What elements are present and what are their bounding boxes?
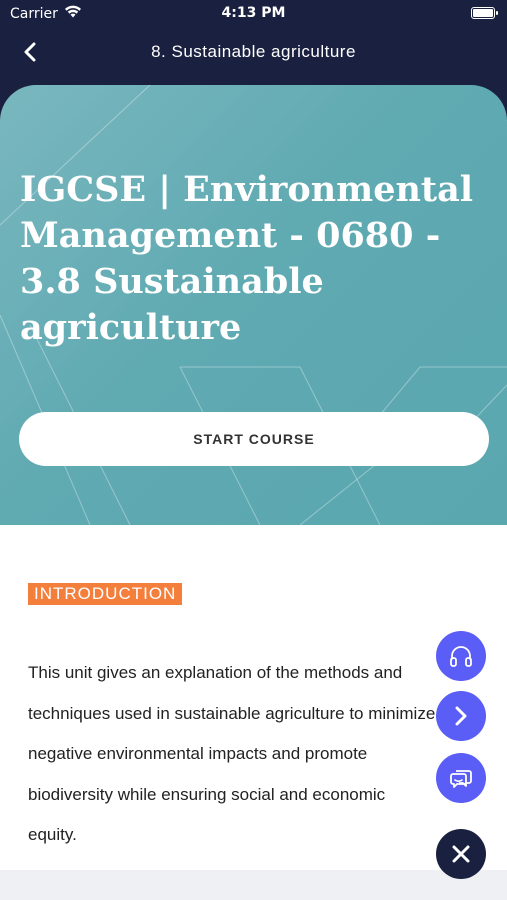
chat-icon [450,770,472,788]
navigation-bar: 8. Sustainable agriculture [0,28,507,78]
status-bar: Carrier 4:13 PM [0,0,507,28]
chevron-right-icon [455,706,467,726]
clock: 4:13 PM [221,5,286,21]
audio-button[interactable] [436,631,486,681]
chat-button[interactable] [436,753,486,803]
headphones-icon [450,646,472,667]
next-button[interactable] [436,691,486,741]
close-menu-button[interactable] [436,829,486,879]
course-title: IGCSE | Environmental Management - 0680 … [20,169,474,348]
battery-icon [471,7,498,19]
course-content: INTRODUCTION This unit gives an explanat… [0,525,507,870]
section-badge: INTRODUCTION [28,583,183,605]
bottom-area [0,870,507,900]
close-icon [452,845,470,863]
intro-paragraph: This unit gives an explanation of the me… [28,663,436,844]
start-course-button[interactable]: START COURSE [19,412,489,466]
course-hero: IGCSE | Environmental Management - 0680 … [0,85,507,525]
page-title: 8. Sustainable agriculture [151,42,356,61]
